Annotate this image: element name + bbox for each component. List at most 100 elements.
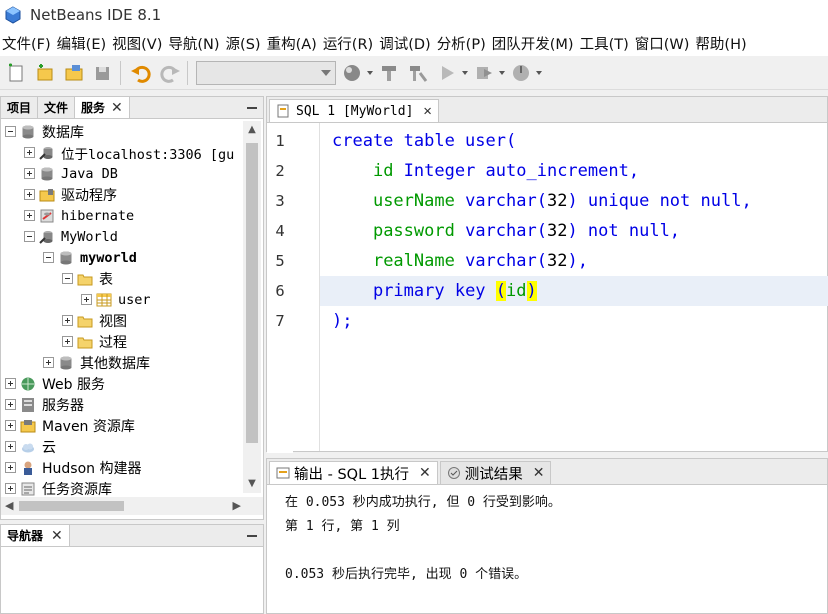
tree-node[interactable]: myworld bbox=[43, 247, 137, 268]
expand-icon[interactable] bbox=[5, 378, 16, 389]
tree-node[interactable]: 过程 bbox=[62, 331, 127, 352]
code-token: 32 bbox=[546, 221, 568, 241]
tree-node[interactable]: 服务器 bbox=[5, 394, 84, 415]
expand-icon[interactable] bbox=[5, 441, 16, 452]
save-all-button[interactable] bbox=[90, 60, 116, 86]
tree-node[interactable]: hibernate bbox=[24, 205, 134, 226]
expand-icon[interactable] bbox=[24, 147, 35, 158]
close-icon[interactable]: ✕ bbox=[51, 528, 63, 544]
profile-button[interactable] bbox=[508, 60, 534, 86]
dropdown-arrow-icon[interactable] bbox=[462, 70, 468, 75]
code-line[interactable]: id Integer auto_increment, bbox=[320, 156, 828, 186]
scrollbar-thumb[interactable] bbox=[19, 501, 124, 511]
tree-node[interactable]: 任务资源库 bbox=[5, 478, 112, 499]
tree-node[interactable]: 数据库 bbox=[5, 121, 84, 142]
code-line[interactable]: create table user( bbox=[320, 126, 828, 156]
code-line[interactable]: password varchar(32) not null, bbox=[320, 216, 828, 246]
tab-sql-1[interactable]: SQL 1 [MyWorld] ✕ bbox=[269, 99, 439, 122]
menu-item[interactable]: 文件(F) bbox=[0, 33, 55, 54]
tab-0[interactable]: 项目 bbox=[1, 97, 39, 118]
collapse-icon[interactable] bbox=[24, 231, 35, 242]
collapse-icon[interactable] bbox=[43, 252, 54, 263]
tree-node[interactable]: Web 服务 bbox=[5, 373, 105, 394]
code-line[interactable]: userName varchar(32) unique not null, bbox=[320, 186, 828, 216]
menu-item[interactable]: 源(S) bbox=[224, 33, 265, 54]
open-project-button[interactable] bbox=[61, 60, 87, 86]
tree-node[interactable]: Maven 资源库 bbox=[5, 415, 135, 436]
menu-item[interactable]: 重构(A) bbox=[265, 33, 321, 54]
menu-item[interactable]: 窗口(W) bbox=[633, 33, 694, 54]
debug-button[interactable] bbox=[471, 60, 497, 86]
expand-icon[interactable] bbox=[24, 189, 35, 200]
close-icon[interactable]: ✕ bbox=[533, 465, 545, 481]
tab-navigator[interactable]: 导航器 ✕ bbox=[1, 525, 70, 546]
tab-output-1[interactable]: 测试结果 ✕ bbox=[439, 461, 552, 484]
minimize-button[interactable] bbox=[241, 525, 263, 546]
close-icon[interactable]: ✕ bbox=[111, 100, 123, 116]
new-project-button[interactable] bbox=[32, 60, 58, 86]
code-line[interactable]: primary key (id) bbox=[320, 276, 828, 306]
code-line[interactable]: ); bbox=[320, 306, 828, 336]
redo-button[interactable] bbox=[157, 60, 183, 86]
tab-2[interactable]: 服务 ✕ bbox=[75, 97, 130, 118]
build-button[interactable] bbox=[376, 60, 402, 86]
tree-node[interactable]: 位于localhost:3306 [gu bbox=[24, 142, 234, 163]
tree-horizontal-scrollbar[interactable]: ◀ ▶ bbox=[1, 497, 263, 515]
tree-node[interactable]: 其他数据库 bbox=[43, 352, 150, 373]
expand-icon[interactable] bbox=[62, 315, 73, 326]
tab-output-0[interactable]: 输出 - SQL 1执行 ✕ bbox=[269, 461, 438, 484]
expand-icon[interactable] bbox=[81, 294, 92, 305]
menu-item[interactable]: 导航(N) bbox=[166, 33, 223, 54]
clean-build-button[interactable] bbox=[405, 60, 431, 86]
dropdown-arrow-icon[interactable] bbox=[499, 70, 505, 75]
expand-icon[interactable] bbox=[43, 357, 54, 368]
menu-item[interactable]: 帮助(H) bbox=[693, 33, 750, 54]
expand-icon[interactable] bbox=[5, 462, 16, 473]
expand-icon[interactable] bbox=[62, 336, 73, 347]
tree-node[interactable]: user bbox=[81, 289, 151, 310]
tree-node[interactable]: Java DB bbox=[24, 163, 118, 184]
scroll-right-icon[interactable]: ▶ bbox=[233, 499, 241, 512]
scroll-up-icon[interactable]: ▲ bbox=[247, 125, 257, 135]
menu-item[interactable]: 运行(R) bbox=[321, 33, 377, 54]
close-icon[interactable]: ✕ bbox=[423, 103, 431, 119]
undo-button[interactable] bbox=[128, 60, 154, 86]
expand-icon[interactable] bbox=[5, 483, 16, 494]
tab-1[interactable]: 文件 bbox=[38, 97, 76, 118]
expand-icon[interactable] bbox=[5, 420, 16, 431]
tree-node[interactable]: MyWorld bbox=[24, 226, 118, 247]
build-target-button[interactable] bbox=[339, 60, 365, 86]
code-line[interactable]: realName varchar(32), bbox=[320, 246, 828, 276]
expand-icon[interactable] bbox=[24, 168, 35, 179]
tree-node[interactable]: 云 bbox=[5, 436, 56, 457]
tree-node[interactable]: 视图 bbox=[62, 310, 127, 331]
tree-node[interactable]: 表 bbox=[62, 268, 113, 289]
expand-icon[interactable] bbox=[24, 210, 35, 221]
tree-vertical-scrollbar[interactable]: ▲ ▼ bbox=[243, 121, 261, 493]
expand-icon[interactable] bbox=[5, 399, 16, 410]
collapse-icon[interactable] bbox=[62, 273, 73, 284]
scrollbar-thumb[interactable] bbox=[246, 143, 258, 443]
code-area[interactable]: create table user( id Integer auto_incre… bbox=[319, 123, 828, 451]
menu-item[interactable]: 调试(D) bbox=[377, 33, 434, 54]
menu-item[interactable]: 团队开发(M) bbox=[490, 33, 578, 54]
new-file-button[interactable] bbox=[3, 60, 29, 86]
menu-item[interactable]: 编辑(E) bbox=[55, 33, 110, 54]
output-text[interactable]: 在 0.053 秒内成功执行, 但 0 行受到影响。第 1 行, 第 1 列 0.… bbox=[267, 485, 827, 587]
code-token: ) not null, bbox=[567, 221, 681, 241]
minimize-button[interactable] bbox=[241, 97, 263, 118]
menu-item[interactable]: 工具(T) bbox=[578, 33, 633, 54]
config-combobox[interactable] bbox=[196, 60, 336, 85]
collapse-icon[interactable] bbox=[5, 126, 16, 137]
tree-node[interactable]: 驱动程序 bbox=[24, 184, 117, 205]
menu-item[interactable]: 分析(P) bbox=[435, 33, 490, 54]
dropdown-arrow-icon[interactable] bbox=[536, 70, 542, 75]
tree-node[interactable]: Hudson 构建器 bbox=[5, 457, 141, 478]
run-button[interactable] bbox=[434, 60, 460, 86]
close-icon[interactable]: ✕ bbox=[419, 465, 431, 481]
menu-item[interactable]: 视图(V) bbox=[110, 33, 166, 54]
scroll-left-icon[interactable]: ◀ bbox=[5, 499, 13, 512]
dropdown-arrow-icon[interactable] bbox=[367, 70, 373, 75]
scroll-down-icon[interactable]: ▼ bbox=[247, 479, 257, 489]
